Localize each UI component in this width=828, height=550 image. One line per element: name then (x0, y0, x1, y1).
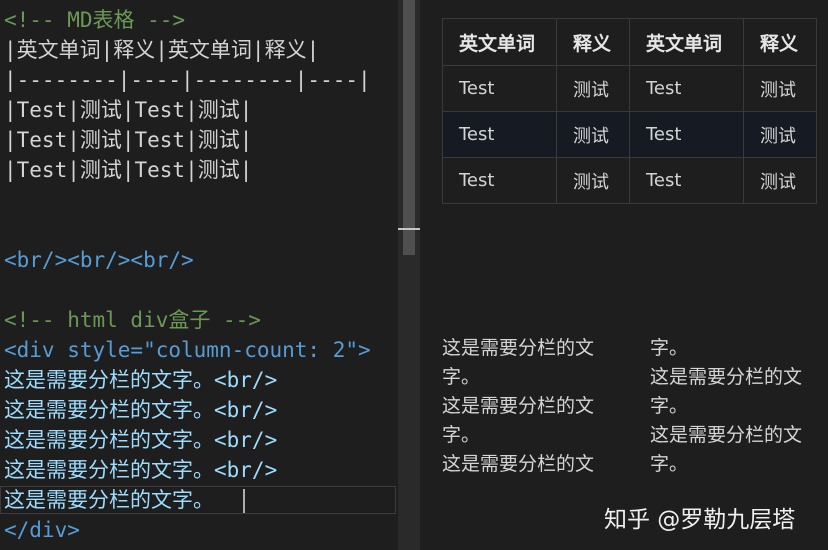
table-cell: 测试 (556, 65, 630, 112)
markdown-preview: 英文单词 释义 英文单词 释义 Test 测试 Test 测试 Test 测试 … (421, 0, 828, 550)
code-line-div-close[interactable]: </div> (4, 515, 80, 545)
code-line-column-text[interactable]: 这是需要分栏的文字。<br/> (4, 365, 277, 395)
code-line-column-text-current[interactable]: 这是需要分栏的文字。 (4, 485, 214, 515)
preview-table: 英文单词 释义 英文单词 释义 Test 测试 Test 测试 Test 测试 … (442, 18, 817, 204)
table-cell: Test (442, 111, 557, 158)
column-right: 字。 这是需要分栏的文 字。 这是需要分栏的文 字。 (650, 334, 828, 479)
table-cell: Test (629, 157, 744, 204)
table-row: Test 测试 Test 测试 (442, 157, 817, 204)
column-text-line: 字。 (442, 424, 481, 446)
table-header-cell: 释义 (743, 18, 817, 66)
code-editor[interactable]: <!-- MD表格 --> |英文单词|释义|英文单词|释义| |-------… (0, 0, 398, 550)
table-row: Test 测试 Test 测试 (442, 65, 817, 112)
column-text-line: 字。 (650, 395, 689, 417)
code-line-column-text[interactable]: 这是需要分栏的文字。<br/> (4, 455, 277, 485)
table-cell: 测试 (743, 65, 817, 112)
code-line-table-row[interactable]: |Test|测试|Test|测试| (4, 95, 252, 125)
column-text-line: 字。 (650, 453, 689, 475)
text-cursor (243, 489, 245, 513)
table-cell: Test (629, 65, 744, 112)
column-text-line: 这是需要分栏的文 (442, 337, 595, 359)
code-line-table-row[interactable]: |Test|测试|Test|测试| (4, 155, 252, 185)
code-line-column-text[interactable]: 这是需要分栏的文字。<br/> (4, 425, 277, 455)
table-row: Test 测试 Test 测试 (442, 111, 817, 158)
code-line-table-row[interactable]: |Test|测试|Test|测试| (4, 125, 252, 155)
code-line-br-tags[interactable]: <br/><br/><br/> (4, 245, 194, 275)
table-header-cell: 英文单词 (629, 18, 744, 66)
code-line-div-open[interactable]: <div style="column-count: 2"> (4, 335, 371, 365)
column-text-line: 字。 (442, 366, 481, 388)
column-text-line: 这是需要分栏的文 (442, 395, 595, 417)
table-cell: 测试 (743, 111, 817, 158)
code-line-table-separator[interactable]: |--------|----|--------|----| (4, 65, 371, 95)
table-cell: Test (442, 65, 557, 112)
column-text-line: 字。 (650, 337, 689, 359)
table-cell: 测试 (556, 111, 630, 158)
code-line-md-comment[interactable]: <!-- MD表格 --> (4, 5, 185, 35)
code-line-column-text[interactable]: 这是需要分栏的文字。<br/> (4, 395, 277, 425)
column-text-line: 这是需要分栏的文 (650, 366, 803, 388)
scrollbar-thumb[interactable] (403, 0, 415, 255)
column-text-line: 这是需要分栏的文 (442, 453, 595, 475)
scrollbar-cursor-marker (398, 228, 420, 230)
table-cell: Test (629, 111, 744, 158)
table-cell: 测试 (743, 157, 817, 204)
table-header-cell: 释义 (556, 18, 630, 66)
code-line-div-comment[interactable]: <!-- html div盒子 --> (4, 305, 261, 335)
column-left: 这是需要分栏的文 字。 这是需要分栏的文 字。 这是需要分栏的文 (442, 334, 622, 479)
table-header-row: 英文单词 释义 英文单词 释义 (442, 18, 817, 66)
table-header-cell: 英文单词 (442, 18, 557, 66)
code-line-table-header[interactable]: |英文单词|释义|英文单词|释义| (4, 35, 319, 65)
column-text-line: 这是需要分栏的文 (650, 424, 803, 446)
table-cell: Test (442, 157, 557, 204)
table-cell: 测试 (556, 157, 630, 204)
zhihu-watermark: 知乎 @罗勒九层塔 (604, 507, 796, 533)
